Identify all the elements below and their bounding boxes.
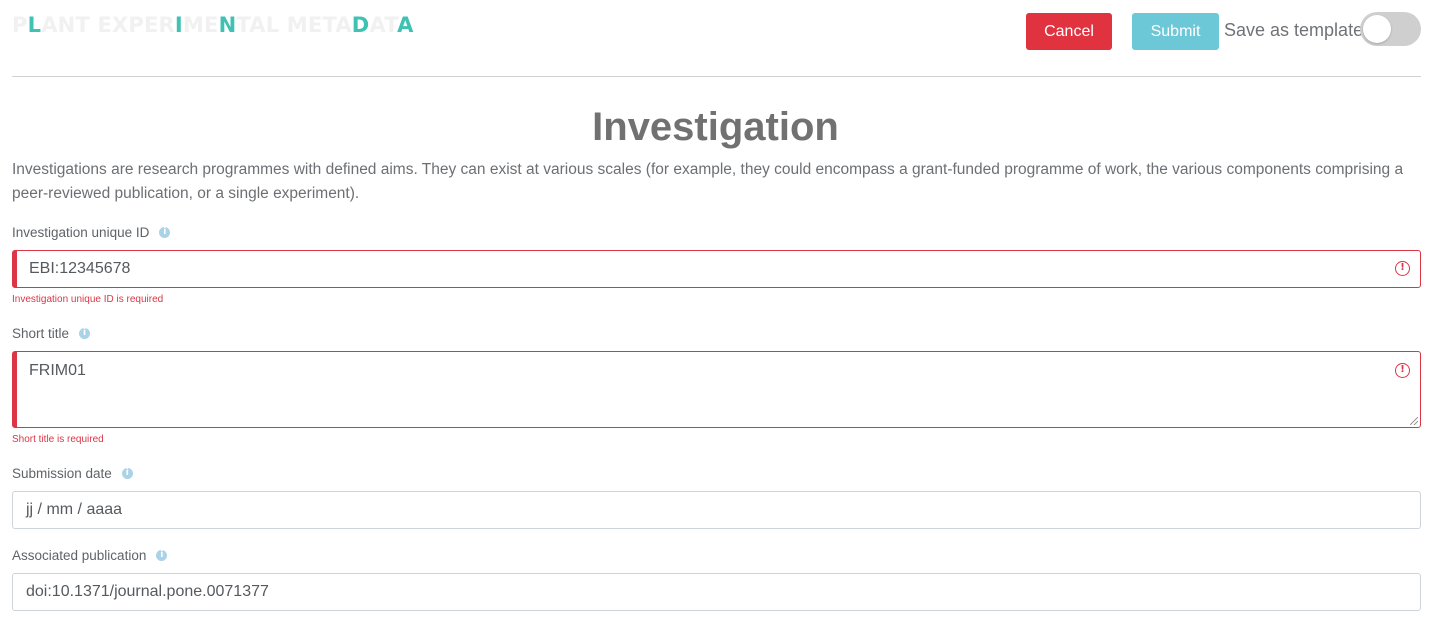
page-title: Investigation bbox=[592, 105, 839, 149]
associated-publication-input[interactable]: doi:10.1371/journal.pone.0071377 bbox=[12, 573, 1421, 611]
submission-date-label: Submission date i bbox=[12, 466, 133, 481]
error-icon: ! bbox=[1395, 261, 1410, 276]
field-label-text: Associated publication bbox=[12, 548, 147, 563]
investigation-id-error: Investigation unique ID is required bbox=[12, 294, 164, 305]
logo-part: ME bbox=[182, 13, 219, 37]
info-icon[interactable]: i bbox=[79, 328, 91, 339]
page-description: Investigations are research programmes w… bbox=[12, 161, 1404, 202]
investigation-id-label: Investigation unique ID i bbox=[12, 225, 171, 240]
submit-button[interactable]: Submit bbox=[1132, 13, 1219, 50]
logo-part: ANT EXPER bbox=[41, 13, 175, 37]
field-label-text: Short title bbox=[12, 326, 70, 341]
logo-highlight: D bbox=[351, 13, 370, 37]
info-icon[interactable]: i bbox=[121, 468, 133, 479]
logo-part: AT bbox=[369, 13, 398, 37]
save-template-label: Save as template bbox=[1224, 20, 1364, 40]
field-label-text: Submission date bbox=[12, 466, 112, 481]
submission-date-input[interactable]: jj / mm / aaaa bbox=[12, 491, 1421, 529]
short-title-label: Short title i bbox=[12, 326, 91, 341]
error-icon: ! bbox=[1395, 363, 1410, 378]
logo-highlight: A bbox=[397, 13, 414, 37]
input-value: EBI:12345678 bbox=[29, 260, 131, 277]
save-template-toggle[interactable] bbox=[1360, 12, 1421, 46]
info-icon[interactable]: i bbox=[156, 550, 168, 561]
logo-part: P bbox=[12, 13, 28, 37]
field-label-text: Investigation unique ID bbox=[12, 225, 150, 240]
cancel-button[interactable]: Cancel bbox=[1026, 13, 1112, 50]
associated-publication-label: Associated publication i bbox=[12, 548, 168, 563]
info-icon[interactable]: i bbox=[159, 227, 171, 238]
logo-part: TAL META bbox=[236, 13, 352, 37]
resize-handle[interactable] bbox=[1410, 417, 1418, 425]
input-value: FRIM01 bbox=[29, 362, 86, 379]
logo-highlight: L bbox=[27, 13, 42, 37]
short-title-error: Short title is required bbox=[12, 434, 104, 445]
short-title-textarea[interactable]: FRIM01 ! bbox=[12, 351, 1421, 428]
input-value: doi:10.1371/journal.pone.0071377 bbox=[26, 583, 269, 600]
investigation-id-input[interactable]: EBI:12345678 ! bbox=[12, 250, 1421, 288]
header-divider bbox=[12, 76, 1421, 77]
toggle-knob bbox=[1363, 15, 1391, 43]
logo-highlight: I bbox=[174, 13, 183, 37]
logo-highlight: N bbox=[218, 13, 237, 37]
input-value: jj / mm / aaaa bbox=[26, 501, 123, 518]
app-logo: PLANT EXPERIMENTAL METADATA bbox=[12, 13, 414, 37]
